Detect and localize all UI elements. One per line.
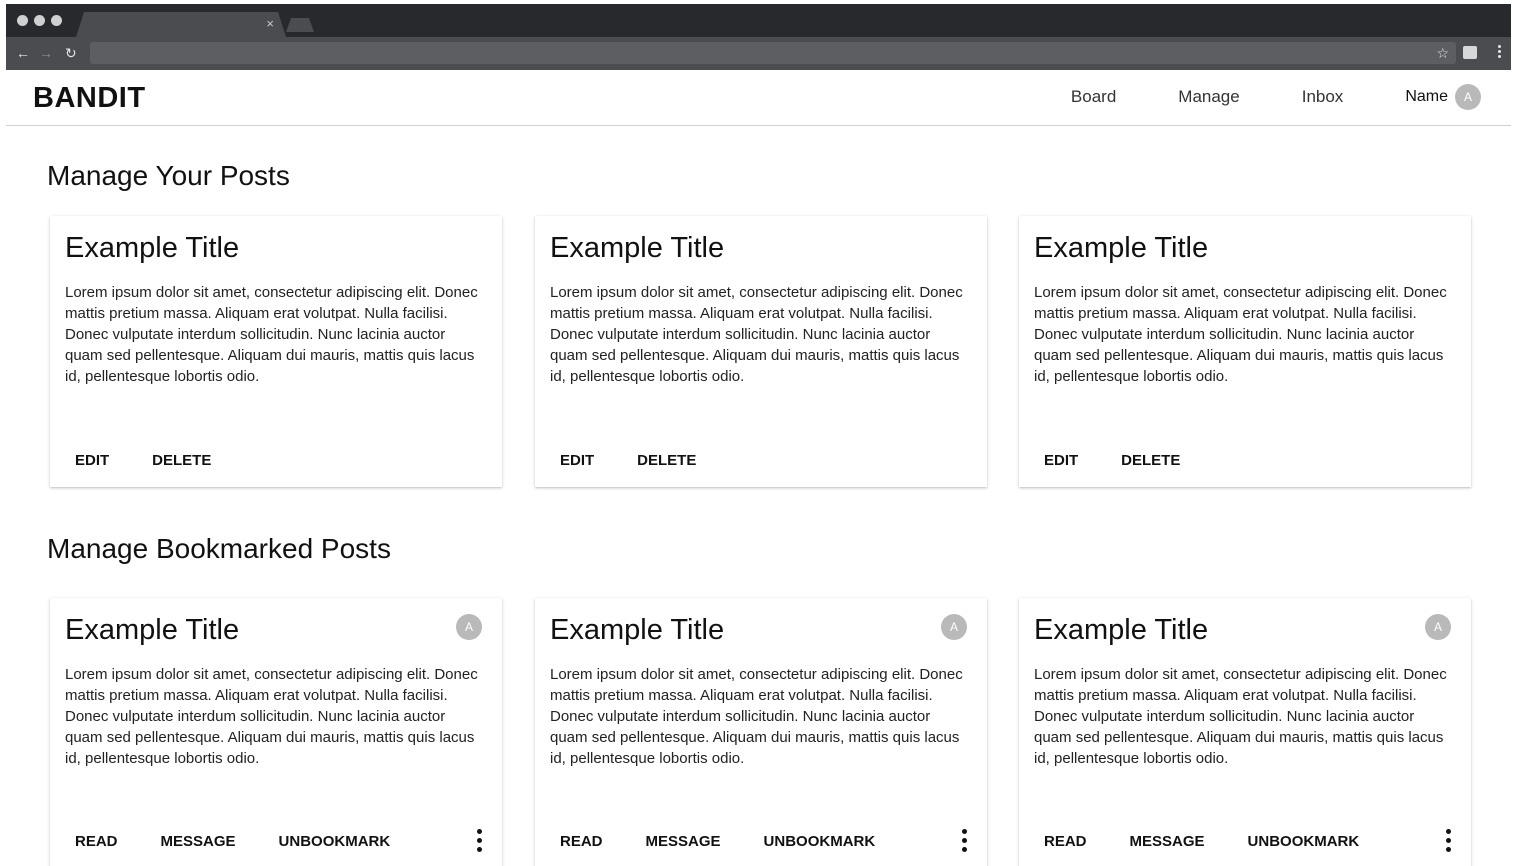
browser-menu-icon[interactable] <box>1498 45 1501 58</box>
extension-icon[interactable] <box>1463 46 1477 59</box>
post-card: Example Title Lorem ipsum dolor sit amet… <box>1019 216 1471 487</box>
delete-button[interactable]: DELETE <box>627 452 706 469</box>
section-title-your-posts: Manage Your Posts <box>47 160 290 191</box>
message-button[interactable]: MESSAGE <box>151 833 246 850</box>
maximize-window-dot[interactable] <box>51 15 62 26</box>
card-actions: READ MESSAGE UNBOOKMARK <box>1034 833 1369 850</box>
card-body: Lorem ipsum dolor sit amet, consectetur … <box>1034 284 1447 385</box>
delete-button[interactable]: DELETE <box>142 452 221 469</box>
read-button[interactable]: READ <box>65 833 128 850</box>
delete-button[interactable]: DELETE <box>1111 452 1190 469</box>
card-body: Lorem ipsum dolor sit amet, consectetur … <box>550 284 963 385</box>
main-nav: Board Manage Inbox Name A <box>1071 84 1481 110</box>
card-body: Lorem ipsum dolor sit amet, consectetur … <box>1034 666 1447 767</box>
app-header: BANDIT Board Manage Inbox Name A <box>6 70 1511 126</box>
nav-board[interactable]: Board <box>1071 84 1116 110</box>
read-button[interactable]: READ <box>550 833 613 850</box>
author-avatar[interactable]: A <box>456 614 482 640</box>
card-body: Lorem ipsum dolor sit amet, consectetur … <box>65 284 478 385</box>
author-avatar[interactable]: A <box>1425 614 1451 640</box>
bookmarked-card: Example Title A Lorem ipsum dolor sit am… <box>535 598 987 866</box>
unbookmark-button[interactable]: UNBOOKMARK <box>754 833 886 850</box>
more-vertical-icon[interactable] <box>958 827 971 854</box>
more-vertical-icon[interactable] <box>473 827 486 854</box>
reload-icon[interactable]: ↻ <box>65 44 77 62</box>
address-bar[interactable] <box>90 42 1456 64</box>
section-title-bookmarked-posts: Manage Bookmarked Posts <box>47 533 391 564</box>
card-actions: READ MESSAGE UNBOOKMARK <box>65 833 400 850</box>
close-window-dot[interactable] <box>17 15 28 26</box>
bookmarked-card: Example Title A Lorem ipsum dolor sit am… <box>1019 598 1471 866</box>
nav-manage[interactable]: Manage <box>1178 84 1239 110</box>
tab-strip: × <box>6 4 1511 37</box>
post-card: Example Title Lorem ipsum dolor sit amet… <box>50 216 502 487</box>
card-title: Example Title <box>550 614 725 646</box>
minimize-window-dot[interactable] <box>34 15 45 26</box>
more-vertical-icon[interactable] <box>1442 827 1455 854</box>
user-name: Name <box>1405 88 1448 105</box>
edit-button[interactable]: EDIT <box>65 452 119 469</box>
card-body: Lorem ipsum dolor sit amet, consectetur … <box>550 666 963 767</box>
card-title: Example Title <box>65 232 240 264</box>
card-actions: EDIT DELETE <box>550 452 706 469</box>
message-button[interactable]: MESSAGE <box>1120 833 1215 850</box>
card-title: Example Title <box>65 614 240 646</box>
card-title: Example Title <box>1034 232 1209 264</box>
card-actions: EDIT DELETE <box>1034 452 1190 469</box>
new-tab-button[interactable] <box>286 18 314 32</box>
unbookmark-button[interactable]: UNBOOKMARK <box>269 833 401 850</box>
forward-arrow-icon[interactable]: → <box>39 44 53 62</box>
card-title: Example Title <box>1034 614 1209 646</box>
browser-chrome: × ← → ↻ ☆ <box>6 4 1511 70</box>
bookmarked-card: Example Title A Lorem ipsum dolor sit am… <box>50 598 502 866</box>
browser-toolbar: ← → ↻ ☆ <box>6 37 1511 70</box>
tab-close-icon[interactable]: × <box>266 15 274 33</box>
author-avatar[interactable]: A <box>941 614 967 640</box>
browser-tab-active[interactable]: × <box>76 12 286 37</box>
edit-button[interactable]: EDIT <box>550 452 604 469</box>
back-arrow-icon[interactable]: ← <box>16 44 30 62</box>
logo[interactable]: BANDIT <box>33 82 146 115</box>
user-menu[interactable]: Name A <box>1405 84 1481 110</box>
edit-button[interactable]: EDIT <box>1034 452 1088 469</box>
nav-inbox[interactable]: Inbox <box>1302 84 1344 110</box>
unbookmark-button[interactable]: UNBOOKMARK <box>1238 833 1370 850</box>
card-title: Example Title <box>550 232 725 264</box>
user-avatar: A <box>1455 84 1481 110</box>
message-button[interactable]: MESSAGE <box>636 833 731 850</box>
read-button[interactable]: READ <box>1034 833 1097 850</box>
post-card: Example Title Lorem ipsum dolor sit amet… <box>535 216 987 487</box>
card-actions: READ MESSAGE UNBOOKMARK <box>550 833 885 850</box>
window-controls[interactable] <box>17 15 62 26</box>
bookmark-star-icon[interactable]: ☆ <box>1436 44 1449 62</box>
card-actions: EDIT DELETE <box>65 452 221 469</box>
card-body: Lorem ipsum dolor sit amet, consectetur … <box>65 666 478 767</box>
